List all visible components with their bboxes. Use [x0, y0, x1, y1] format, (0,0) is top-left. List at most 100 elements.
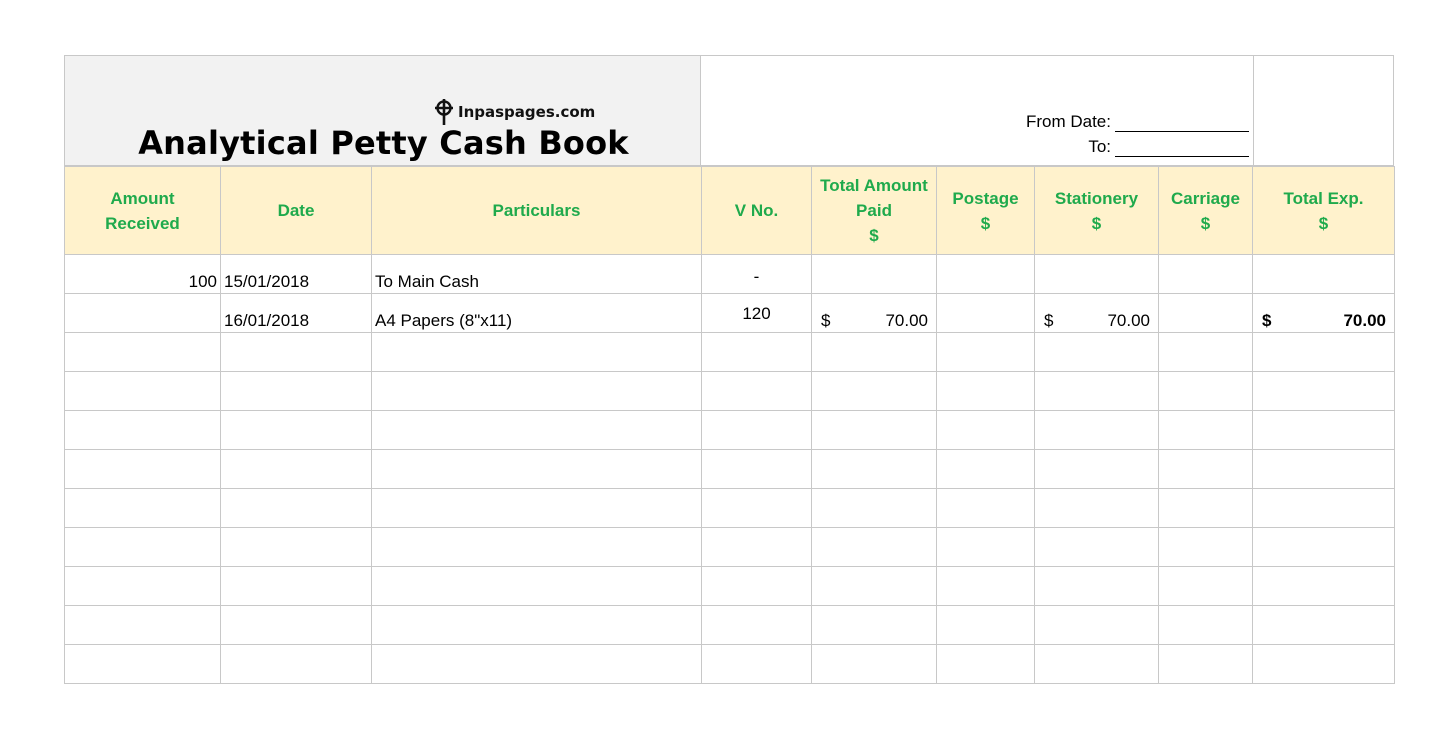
cell-postage[interactable]: [936, 332, 1035, 372]
cell-amount-received[interactable]: [64, 566, 221, 606]
cell-amount-received[interactable]: [64, 605, 221, 645]
cell-carriage[interactable]: [1158, 254, 1253, 294]
cell-postage[interactable]: [936, 566, 1035, 606]
cell-total-amount-paid[interactable]: [811, 644, 937, 684]
cell-amount-received[interactable]: [64, 527, 221, 567]
cell-total-amount-paid[interactable]: [811, 254, 937, 294]
cell-date[interactable]: 15/01/2018: [220, 254, 372, 294]
cell-total-amount-paid[interactable]: [811, 410, 937, 450]
cell-postage[interactable]: [936, 605, 1035, 645]
cell-total-exp[interactable]: [1252, 449, 1395, 489]
header-total-exp[interactable]: Total Exp. $: [1252, 166, 1395, 255]
cell-date[interactable]: [220, 371, 372, 411]
cell-v-no[interactable]: [701, 644, 812, 684]
cell-total-amount-paid[interactable]: [811, 488, 937, 528]
cell-particulars[interactable]: [371, 605, 702, 645]
cell-stationery[interactable]: [1034, 254, 1159, 294]
header-v-no[interactable]: V No.: [701, 166, 812, 255]
cell-v-no[interactable]: [701, 488, 812, 528]
cell-carriage[interactable]: [1158, 410, 1253, 450]
cell-particulars[interactable]: [371, 566, 702, 606]
cell-v-no[interactable]: [701, 332, 812, 372]
cell-stationery[interactable]: $70.00: [1034, 293, 1159, 333]
header-date[interactable]: Date: [220, 166, 372, 255]
cell-date[interactable]: [220, 527, 372, 567]
cell-postage[interactable]: [936, 488, 1035, 528]
cell-v-no[interactable]: [701, 605, 812, 645]
cell-particulars[interactable]: [371, 527, 702, 567]
cell-amount-received[interactable]: [64, 410, 221, 450]
cell-total-exp[interactable]: [1252, 566, 1395, 606]
cell-amount-received[interactable]: [64, 371, 221, 411]
cell-stationery[interactable]: [1034, 488, 1159, 528]
cell-stationery[interactable]: [1034, 410, 1159, 450]
cell-postage[interactable]: [936, 254, 1035, 294]
cell-v-no[interactable]: 120: [701, 293, 812, 333]
cell-stationery[interactable]: [1034, 644, 1159, 684]
cell-carriage[interactable]: [1158, 488, 1253, 528]
cell-particulars[interactable]: [371, 410, 702, 450]
cell-date[interactable]: [220, 605, 372, 645]
cell-postage[interactable]: [936, 644, 1035, 684]
cell-carriage[interactable]: [1158, 332, 1253, 372]
header-postage[interactable]: Postage $: [936, 166, 1035, 255]
cell-total-exp[interactable]: [1252, 410, 1395, 450]
cell-stationery[interactable]: [1034, 371, 1159, 411]
cell-stationery[interactable]: [1034, 527, 1159, 567]
cell-v-no[interactable]: [701, 566, 812, 606]
cell-total-exp[interactable]: [1252, 527, 1395, 567]
cell-total-exp[interactable]: [1252, 488, 1395, 528]
cell-particulars[interactable]: [371, 644, 702, 684]
header-total-amount-paid[interactable]: Total Amount Paid $: [811, 166, 937, 255]
header-stationery[interactable]: Stationery $: [1034, 166, 1159, 255]
cell-amount-received[interactable]: [64, 332, 221, 372]
cell-particulars[interactable]: [371, 488, 702, 528]
title-corner-cell[interactable]: [1253, 55, 1394, 166]
cell-stationery[interactable]: [1034, 449, 1159, 489]
cell-total-amount-paid[interactable]: [811, 566, 937, 606]
to-date-field[interactable]: To:: [1088, 137, 1249, 157]
cell-stationery[interactable]: [1034, 605, 1159, 645]
from-date-blank[interactable]: [1115, 113, 1249, 132]
cell-date[interactable]: [220, 332, 372, 372]
cell-v-no[interactable]: [701, 371, 812, 411]
cell-amount-received[interactable]: [64, 488, 221, 528]
cell-amount-received[interactable]: [64, 644, 221, 684]
cell-total-exp[interactable]: [1252, 605, 1395, 645]
cell-v-no[interactable]: [701, 449, 812, 489]
cell-carriage[interactable]: [1158, 293, 1253, 333]
cell-amount-received[interactable]: [64, 293, 221, 333]
cell-stationery[interactable]: [1034, 332, 1159, 372]
cell-date[interactable]: [220, 644, 372, 684]
cell-particulars[interactable]: To Main Cash: [371, 254, 702, 294]
cell-carriage[interactable]: [1158, 371, 1253, 411]
cell-total-exp[interactable]: [1252, 371, 1395, 411]
cell-postage[interactable]: [936, 371, 1035, 411]
cell-total-amount-paid[interactable]: [811, 527, 937, 567]
header-amount-received[interactable]: Amount Received: [64, 166, 221, 255]
cell-amount-received[interactable]: 100: [64, 254, 221, 294]
cell-total-amount-paid[interactable]: $70.00: [811, 293, 937, 333]
cell-amount-received[interactable]: [64, 449, 221, 489]
cell-stationery[interactable]: [1034, 566, 1159, 606]
cell-date[interactable]: [220, 488, 372, 528]
cell-v-no[interactable]: [701, 410, 812, 450]
cell-carriage[interactable]: [1158, 527, 1253, 567]
from-date-field[interactable]: From Date:: [1026, 112, 1249, 132]
cell-total-exp[interactable]: [1252, 254, 1395, 294]
cell-particulars[interactable]: [371, 332, 702, 372]
cell-total-amount-paid[interactable]: [811, 449, 937, 489]
cell-date[interactable]: 16/01/2018: [220, 293, 372, 333]
cell-total-amount-paid[interactable]: [811, 605, 937, 645]
header-carriage[interactable]: Carriage $: [1158, 166, 1253, 255]
cell-postage[interactable]: [936, 527, 1035, 567]
cell-total-exp[interactable]: [1252, 644, 1395, 684]
cell-v-no[interactable]: -: [701, 254, 812, 294]
cell-v-no[interactable]: [701, 527, 812, 567]
cell-carriage[interactable]: [1158, 449, 1253, 489]
cell-carriage[interactable]: [1158, 566, 1253, 606]
cell-carriage[interactable]: [1158, 605, 1253, 645]
cell-carriage[interactable]: [1158, 644, 1253, 684]
cell-particulars[interactable]: A4 Papers (8"x11): [371, 293, 702, 333]
cell-total-exp[interactable]: $70.00: [1252, 293, 1395, 333]
